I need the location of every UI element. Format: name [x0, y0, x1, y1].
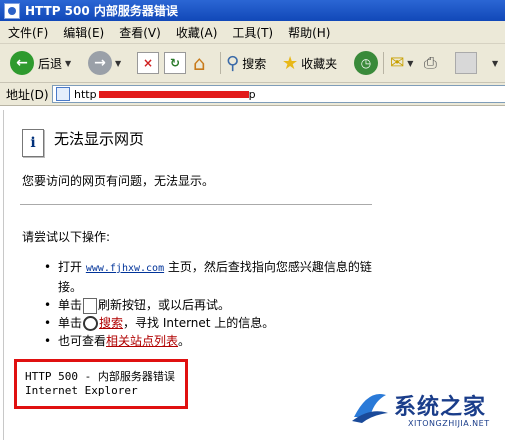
item-text: 打开: [58, 260, 86, 274]
item-text: 。: [178, 334, 191, 348]
chevron-down-icon: ▼: [407, 58, 414, 68]
search-label: 搜索: [242, 56, 267, 71]
list-item: 也可查看相关站点列表。: [44, 332, 374, 350]
search-button[interactable]: ⚲ 搜索: [226, 50, 266, 76]
chevron-down-icon: ▼: [115, 58, 122, 68]
home-icon: ⌂: [193, 51, 206, 75]
forward-arrow-icon: →: [88, 51, 112, 75]
favorites-label: 收藏夹: [301, 56, 338, 71]
intro-text: 您要访问的网页有问题，无法显示。: [22, 174, 215, 188]
watermark-name: 系统之家: [394, 395, 487, 420]
more-button[interactable]: ▼: [489, 50, 498, 76]
toolbar-divider: [383, 52, 384, 74]
menu-help[interactable]: 帮助(H): [288, 24, 330, 41]
divider: [20, 204, 372, 205]
list-item: 打开 www.fjhxw.com 主页，然后查找指向您感兴趣信息的链接。: [44, 258, 374, 296]
stop-button[interactable]: ×: [137, 50, 159, 76]
redaction-mark: [98, 90, 249, 98]
homepage-link[interactable]: www.fjhxw.com: [86, 263, 164, 274]
ie-icon: [4, 2, 20, 19]
item-text: 单击: [58, 298, 83, 312]
item-text: ，寻找 Internet 上的信息。: [123, 316, 275, 330]
try-label: 请尝试以下操作:: [22, 230, 111, 244]
menu-favorites[interactable]: 收藏(A): [176, 24, 218, 41]
error-source: Internet Explorer: [25, 384, 138, 397]
address-label: 地址(D): [6, 87, 49, 102]
menu-edit[interactable]: 编辑(E): [63, 24, 104, 41]
page-icon: [56, 87, 70, 101]
refresh-page-icon: [83, 297, 98, 314]
watermark-logo-icon: [352, 393, 388, 423]
search-link[interactable]: 搜索: [99, 316, 123, 330]
title-bar: HTTP 500 内部服务器错误: [0, 0, 505, 21]
error-code: HTTP 500 - 内部服务器错误: [25, 370, 175, 383]
refresh-icon: ↻: [164, 52, 186, 74]
toolbar: ← 后退 ▼ → ▼ × ↻ ⌂ ⚲ 搜索 ★ 收藏夹 ◷ ✉ ▼ ⎙ ▼: [0, 44, 505, 83]
mail-button[interactable]: ✉ ▼: [390, 50, 413, 76]
menu-bar: 文件(F) 编辑(E) 查看(V) 收藏(A) 工具(T) 帮助(H): [0, 21, 505, 44]
list-item: 单击 刷新按钮，或以后再试。: [44, 296, 374, 314]
error-highlight-box: HTTP 500 - 内部服务器错误 Internet Explorer: [14, 359, 188, 409]
menu-view[interactable]: 查看(V): [119, 24, 161, 41]
item-text: 单击: [58, 316, 83, 330]
favorites-button[interactable]: ★ 收藏夹: [282, 50, 337, 76]
chevron-down-icon: ▼: [65, 58, 72, 68]
history-icon: ◷: [354, 51, 378, 75]
star-icon: ★: [282, 52, 299, 74]
address-bar: 地址(D) http p: [0, 83, 505, 106]
chevron-down-icon: ▼: [492, 58, 499, 68]
edit-button[interactable]: [455, 50, 477, 76]
back-arrow-icon: ←: [10, 51, 34, 75]
back-button[interactable]: ← 后退 ▼: [10, 50, 71, 76]
item-text: 刷新按钮，或以后再试。: [98, 298, 231, 312]
edit-icon: [455, 52, 477, 74]
address-input[interactable]: http p: [52, 85, 505, 103]
toolbar-divider: [220, 52, 221, 74]
watermark: 系统之家 XITONGZHIJIA.NET: [350, 385, 502, 437]
mail-icon: ✉: [390, 53, 405, 73]
address-text-suffix: p: [248, 87, 256, 101]
search-icon: ⚲: [226, 52, 240, 74]
forward-button[interactable]: → ▼: [88, 50, 121, 76]
history-button[interactable]: ◷: [354, 50, 378, 76]
print-button[interactable]: ⎙: [424, 50, 437, 76]
info-icon: i: [22, 129, 44, 157]
stop-icon: ×: [137, 52, 159, 74]
home-button[interactable]: ⌂: [193, 50, 206, 76]
menu-file[interactable]: 文件(F): [8, 24, 48, 41]
address-text-prefix: http: [74, 87, 97, 101]
list-item: 单击 搜索，寻找 Internet 上的信息。: [44, 314, 374, 332]
suggestion-list: 打开 www.fjhxw.com 主页，然后查找指向您感兴趣信息的链接。 单击 刷…: [44, 258, 374, 350]
window-title: HTTP 500 内部服务器错误: [25, 4, 178, 18]
page-heading: 无法显示网页: [54, 130, 145, 148]
search-icon: [83, 316, 99, 331]
watermark-url: XITONGZHIJIA.NET: [408, 419, 490, 428]
back-label: 后退: [38, 56, 63, 71]
item-text: 也可查看: [58, 334, 107, 348]
content-border: [3, 110, 4, 440]
refresh-button[interactable]: ↻: [164, 50, 186, 76]
menu-tools[interactable]: 工具(T): [232, 24, 273, 41]
printer-icon: ⎙: [424, 53, 437, 72]
related-sites-link[interactable]: 相关站点列表: [106, 334, 178, 348]
